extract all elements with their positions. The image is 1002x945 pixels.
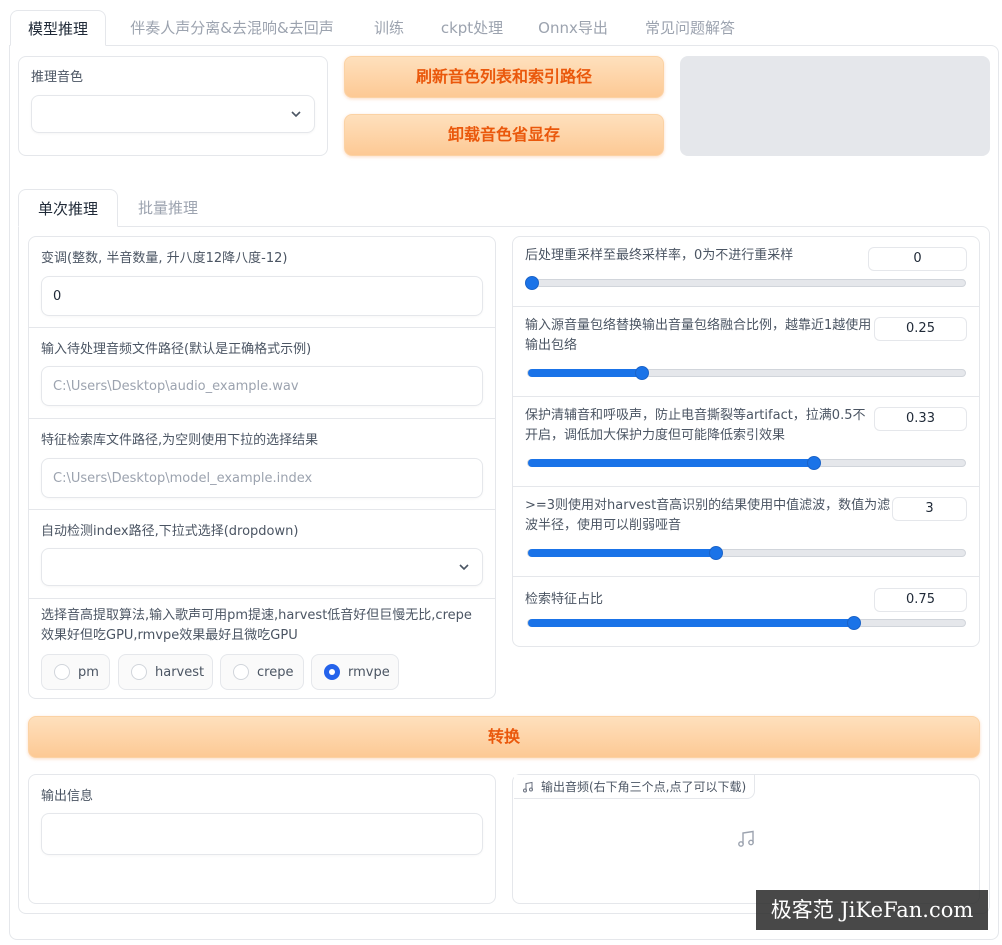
radio-label: crepe <box>257 664 294 680</box>
input-path-label: 输入待处理音频文件路径(默认是正确格式示例) <box>41 342 312 357</box>
divider <box>29 509 495 510</box>
filter-radius-slider[interactable] <box>527 546 966 560</box>
radio-circle-icon <box>54 664 70 680</box>
radio-checked-icon <box>324 664 340 680</box>
unload-voice-button[interactable]: 卸载音色省显存 <box>344 114 664 156</box>
divider <box>513 486 979 487</box>
index-path-label: 特征检索库文件路径,为空则使用下拉的选择结果 <box>41 433 319 448</box>
chevron-down-icon <box>459 564 469 571</box>
index-path-field[interactable]: C:\Users\Desktop\model_example.index <box>41 458 483 498</box>
tab-batch-inference[interactable]: 批量推理 <box>122 189 214 227</box>
divider <box>513 306 979 307</box>
filter-radius-label: >=3则使用对harvest音高识别的结果使用中值滤波，数值为滤波半径，使用可以… <box>525 498 891 533</box>
slider-thumb[interactable] <box>634 366 649 380</box>
index-dropdown-label: 自动检测index路径,下拉式选择(dropdown) <box>41 524 299 539</box>
divider <box>29 598 495 599</box>
radio-circle-icon <box>233 664 249 680</box>
radio-harvest[interactable]: harvest <box>118 654 213 690</box>
divider <box>513 576 979 577</box>
slider-fill <box>528 369 642 377</box>
watermark: 极客范 JiKeFan.com <box>756 890 988 930</box>
protect-slider[interactable] <box>527 456 966 470</box>
tab-vocal-separation[interactable]: 伴奏人声分离&去混响&去回声 <box>116 10 348 46</box>
divider <box>513 396 979 397</box>
slider-thumb[interactable] <box>708 546 723 560</box>
input-path-field[interactable]: C:\Users\Desktop\audio_example.wav <box>41 366 483 406</box>
rms-mix-number[interactable]: 0.25 <box>874 317 967 341</box>
radio-label: pm <box>78 664 99 680</box>
rms-mix-label: 输入源音量包络替换输出音量包络融合比例，越靠近1越使用输出包络 <box>525 318 872 353</box>
tab-train[interactable]: 训练 <box>360 10 418 46</box>
resample-slider[interactable] <box>525 276 966 290</box>
tab-single-inference[interactable]: 单次推理 <box>18 189 118 227</box>
input-path-placeholder: C:\Users\Desktop\audio_example.wav <box>53 378 299 394</box>
index-rate-number[interactable]: 0.75 <box>874 588 967 612</box>
resample-number[interactable]: 0 <box>868 247 967 271</box>
filter-radius-number[interactable]: 3 <box>892 497 967 521</box>
output-audio-label: 输出音频(右下角三个点,点了可以下载) <box>541 780 747 794</box>
refresh-voice-list-button[interactable]: 刷新音色列表和索引路径 <box>344 56 664 98</box>
transpose-input[interactable]: 0 <box>41 276 483 316</box>
music-note-icon <box>738 830 754 847</box>
index-path-dropdown[interactable] <box>41 548 483 586</box>
index-rate-slider[interactable] <box>527 616 966 630</box>
status-output-box <box>680 56 990 156</box>
rms-mix-slider[interactable] <box>527 366 966 380</box>
divider <box>29 418 495 419</box>
radio-label: rmvpe <box>348 664 390 680</box>
transpose-value: 0 <box>53 288 62 304</box>
resample-label: 后处理重采样至最终采样率，0为不进行重采样 <box>525 248 794 263</box>
slider-fill <box>528 619 854 627</box>
chevron-down-icon <box>291 111 301 118</box>
radio-pm[interactable]: pm <box>41 654 110 690</box>
divider <box>29 327 495 328</box>
protect-number[interactable]: 0.33 <box>874 407 967 431</box>
radio-circle-icon <box>131 664 147 680</box>
f0-method-label: 选择音高提取算法,输入歌声可用pm提速,harvest低音好但巨慢无比,crep… <box>41 608 472 643</box>
output-audio-tag: 输出音频(右下角三个点,点了可以下载) <box>514 775 756 799</box>
slider-fill <box>528 549 716 557</box>
output-info-label: 输出信息 <box>41 789 94 804</box>
slider-fill <box>528 459 815 467</box>
voice-select-dropdown[interactable] <box>31 95 315 133</box>
radio-label: harvest <box>155 664 205 680</box>
output-info-field[interactable] <box>41 813 483 855</box>
protect-label: 保护清辅音和呼吸声，防止电音撕裂等artifact，拉满0.5不开启，调低加大保… <box>525 408 866 443</box>
tab-onnx-export[interactable]: Onnx导出 <box>528 10 618 46</box>
music-note-icon <box>523 781 533 792</box>
radio-rmvpe[interactable]: rmvpe <box>311 654 399 690</box>
transpose-label: 变调(整数, 半音数量, 升八度12降八度-12) <box>41 251 288 266</box>
index-rate-label: 检索特征占比 <box>525 592 604 607</box>
tab-faq[interactable]: 常见问题解答 <box>632 10 748 46</box>
tab-model-inference[interactable]: 模型推理 <box>10 10 106 46</box>
voice-select-label: 推理音色 <box>31 70 84 85</box>
tab-ckpt[interactable]: ckpt处理 <box>430 10 514 46</box>
radio-crepe[interactable]: crepe <box>220 654 304 690</box>
slider-thumb[interactable] <box>846 616 861 630</box>
convert-button[interactable]: 转换 <box>28 716 980 758</box>
index-path-placeholder: C:\Users\Desktop\model_example.index <box>53 470 313 486</box>
